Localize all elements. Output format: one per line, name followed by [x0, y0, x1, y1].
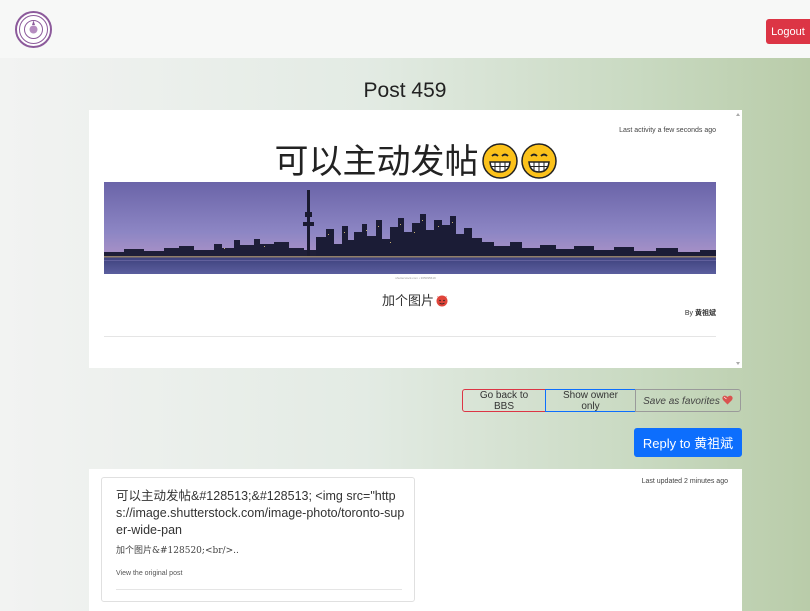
save-favorites-label: Save as favorites [643, 395, 720, 407]
post-heading: 可以主动发帖 [89, 142, 742, 182]
toronto-skyline-image [104, 182, 716, 274]
post-caption-text: 加个图片 [381, 294, 434, 309]
post-byline: By 黄祖斌 [685, 308, 716, 318]
logout-button[interactable]: Logout [766, 19, 810, 44]
author-name[interactable]: 黄祖斌 [695, 310, 716, 317]
post-caption: 加个图片 [89, 290, 742, 309]
grinning-face-emoji [520, 143, 557, 179]
quoted-post-card: 可以主动发帖&#128513;&#128513; <img src="https… [101, 477, 415, 602]
last-activity-timestamp: Last activity a few seconds ago [619, 127, 716, 134]
quoted-post-text-cn: 可以主动发帖 [116, 488, 192, 503]
reply-section: Last updated 2 minutes ago 可以主动发帖&#12851… [89, 469, 742, 611]
heart-icon [722, 395, 733, 404]
post-actions-group: Go back to BBS Show owner only Save as f… [462, 389, 741, 412]
last-updated-timestamp: Last updated 2 minutes ago [641, 478, 728, 485]
post-content-card: Last activity a few seconds ago 可以主动发帖 s… [89, 110, 742, 368]
reply-button[interactable]: Reply to 黄祖斌 [634, 428, 742, 457]
top-navbar: Logout [0, 0, 810, 58]
divider [104, 336, 716, 337]
image-credit: shutterstock.com • 365095619 [395, 276, 436, 280]
go-back-button[interactable]: Go back to BBS [462, 389, 546, 412]
post-scrollbar[interactable] [735, 111, 742, 367]
university-seal-icon[interactable] [15, 11, 52, 48]
divider [116, 589, 402, 590]
view-original-post-link[interactable]: View the original post [116, 570, 182, 577]
save-favorites-button[interactable]: Save as favorites [635, 389, 741, 412]
quoted-post-line2: 加个图片&#128520;<br/>.. [116, 546, 239, 556]
scroll-up-arrow-icon[interactable] [736, 113, 740, 116]
post-heading-text: 可以主动发帖 [274, 142, 479, 182]
smiling-devil-emoji [436, 295, 448, 307]
show-owner-only-button[interactable]: Show owner only [545, 389, 636, 412]
scroll-down-arrow-icon[interactable] [736, 362, 740, 365]
page-title: Post 459 [363, 79, 447, 102]
quoted-post-text: 可以主动发帖&#128513;&#128513; <img src="https… [116, 487, 406, 539]
byline-prefix: By [684, 310, 694, 317]
grinning-face-emoji [481, 143, 518, 179]
